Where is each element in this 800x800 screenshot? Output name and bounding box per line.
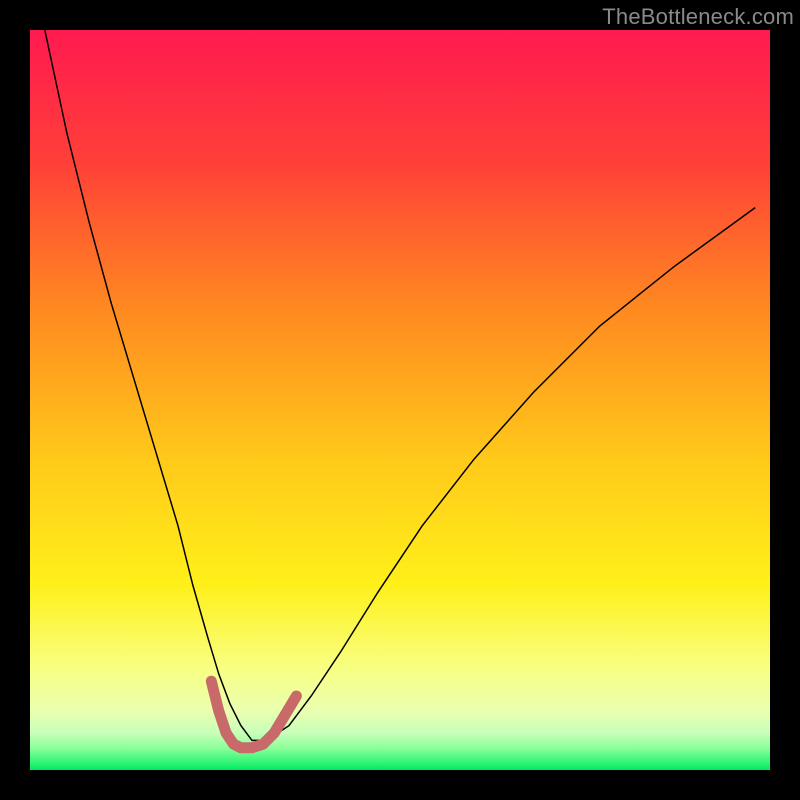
chart-frame: TheBottleneck.com xyxy=(0,0,800,800)
bottleneck-chart xyxy=(30,30,770,770)
watermark-text: TheBottleneck.com xyxy=(602,4,794,30)
plot-area xyxy=(30,30,770,770)
